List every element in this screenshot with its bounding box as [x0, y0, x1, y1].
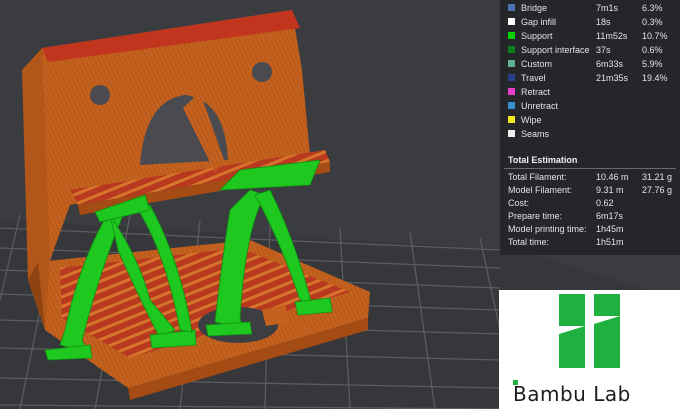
estimation-row-model-filament: Model Filament: 9.31 m 27.76 g	[500, 184, 680, 197]
estimation-label: Total Filament:	[508, 172, 567, 182]
legend-time: 6m33s	[596, 59, 624, 69]
legend-row-custom[interactable]: Custom 6m33s 5.9%	[500, 57, 680, 71]
legend-row-seams[interactable]: Seams	[500, 127, 680, 141]
estimation-weight: 31.21 g	[642, 172, 673, 182]
legend-label: Retract	[521, 87, 551, 97]
estimation-value: 1h51m	[596, 237, 624, 247]
legend-swatch	[508, 88, 515, 95]
legend-label: Wipe	[521, 115, 542, 125]
legend-swatch	[508, 60, 515, 67]
legend-time: 37s	[596, 45, 611, 55]
legend-time: 18s	[596, 17, 611, 27]
estimation-label: Model printing time:	[508, 224, 587, 234]
legend-row-unretract[interactable]: Unretract	[500, 99, 680, 113]
estimation-row-prepare-time: Prepare time: 6m17s	[500, 210, 680, 223]
legend-swatch	[508, 74, 515, 81]
legend-label: Custom	[521, 59, 553, 69]
legend-swatch	[508, 32, 515, 39]
legend-swatch	[508, 102, 515, 109]
estimation-value: 1h45m	[596, 224, 624, 234]
legend-swatch	[508, 130, 515, 137]
legend-row-support-interface[interactable]: Support interface 37s 0.6%	[500, 43, 680, 57]
legend-row-retract[interactable]: Retract	[500, 85, 680, 99]
brand-name: Bambu Lab	[513, 380, 631, 406]
legend-row-wipe[interactable]: Wipe	[500, 113, 680, 127]
legend-label: Travel	[521, 73, 546, 83]
legend-row-gap-infill[interactable]: Gap infill 18s 0.3%	[500, 15, 680, 29]
legend-percent: 0.3%	[642, 17, 663, 27]
legend-swatch	[508, 4, 515, 11]
estimation-value: 6m17s	[596, 211, 624, 221]
bambu-lab-logo-icon	[559, 294, 620, 368]
bambu-lab-logo-card: Bambu Lab	[499, 290, 680, 409]
legend-percent: 10.7%	[642, 31, 668, 41]
legend-swatch	[508, 46, 515, 53]
legend-label: Seams	[521, 129, 550, 139]
estimation-row-cost: Cost: 0.62	[500, 197, 680, 210]
legend-label: Support	[521, 31, 553, 41]
estimation-value: 9.31 m	[596, 185, 624, 195]
estimation-row-total-filament: Total Filament: 10.46 m 31.21 g	[500, 171, 680, 184]
legend-row-bridge[interactable]: Bridge 7m1s 6.3%	[500, 1, 680, 15]
legend-swatch	[508, 116, 515, 123]
legend-percent: 6.3%	[642, 3, 663, 13]
legend-time: 11m52s	[596, 31, 628, 41]
legend-label: Bridge	[521, 3, 548, 13]
legend-swatch	[508, 18, 515, 25]
legend-row-travel[interactable]: Travel 21m35s 19.4%	[500, 71, 680, 85]
estimation-weight: 27.76 g	[642, 185, 673, 195]
legend-time: 7m1s	[596, 3, 619, 13]
estimation-value: 0.62	[596, 198, 614, 208]
estimation-label: Cost:	[508, 198, 530, 208]
legend-row-support[interactable]: Support 11m52s 10.7%	[500, 29, 680, 43]
estimation-label: Total time:	[508, 237, 550, 247]
legend-time: 21m35s	[596, 73, 629, 83]
estimation-row-model-printing-time: Model printing time: 1h45m	[500, 223, 680, 236]
legend-percent: 5.9%	[642, 59, 663, 69]
estimation-row-total-time: Total time: 1h51m	[500, 236, 680, 249]
legend-label: Gap infill	[521, 17, 557, 27]
slice-statistics-panel: Bridge 7m1s 6.3% Gap infill 18s 0.3% Sup…	[500, 0, 680, 255]
legend-label: Unretract	[521, 101, 559, 111]
total-estimation-title: Total Estimation	[508, 155, 578, 165]
estimation-label: Model Filament:	[508, 185, 573, 195]
legend-percent: 0.6%	[642, 45, 663, 55]
estimation-value: 10.46 m	[596, 172, 629, 182]
legend-percent: 19.4%	[642, 73, 668, 83]
legend-label: Support interface	[521, 45, 590, 55]
estimation-label: Prepare time:	[508, 211, 563, 221]
divider	[504, 168, 676, 169]
